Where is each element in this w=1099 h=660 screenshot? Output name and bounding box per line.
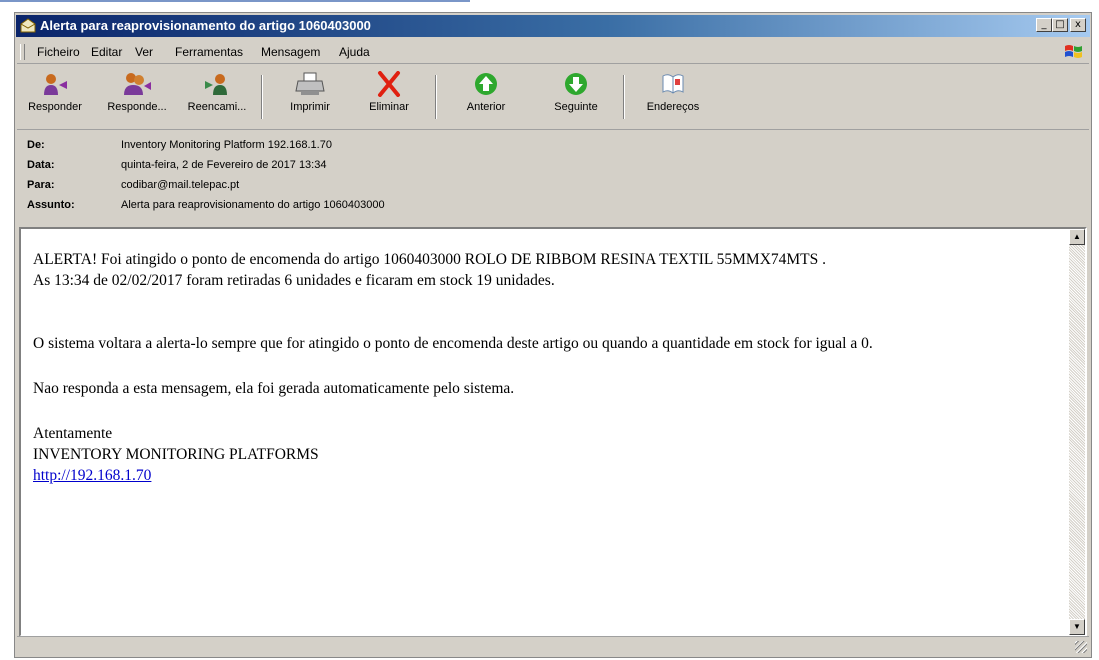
reply-button[interactable]: Responder [19,71,91,127]
toolbar: Responder Responde... Reencami... Imprim… [17,65,1089,130]
delete-button[interactable]: Eliminar [353,71,425,127]
from-value: Inventory Monitoring Platform 192.168.1.… [121,139,332,151]
next-label: Seguinte [554,101,598,113]
previous-label: Anterior [466,101,506,113]
scroll-down-button[interactable]: ▼ [1069,619,1085,635]
addresses-label: Endereços [646,101,700,113]
address-book-icon [662,74,684,94]
to-value: codibar@mail.telepac.pt [121,179,240,191]
subject-value: Alerta para reaprovisionamento do artigo… [121,199,385,211]
stock-line: As 13:34 de 02/02/2017 foram retiradas 6… [33,272,555,289]
menu-bar: Ficheiro Editar Ver Ferramentas Mensagem… [17,41,1089,64]
forward-icon [205,74,227,95]
vertical-scrollbar[interactable]: ▲ ▼ [1069,229,1085,635]
menu-editar[interactable]: Editar [91,45,122,59]
menu-ferramentas[interactable]: Ferramentas [175,45,243,59]
menu-ficheiro[interactable]: Ficheiro [37,45,80,59]
menu-ver[interactable]: Ver [135,45,153,59]
to-label: Para: [27,179,55,191]
toolbar-separator [261,75,263,119]
window-title: Alerta para reaprovisionamento do artigo… [40,18,371,33]
printer-icon [295,72,325,95]
delete-x-icon [378,71,400,97]
maximize-button[interactable]: □ [1052,18,1068,32]
status-bar [17,636,1089,655]
header-from: De: Inventory Monitoring Platform 192.168… [27,139,332,151]
print-label: Imprimir [290,101,330,113]
signature-line: INVENTORY MONITORING PLATFORMS [33,446,319,463]
down-arrow-icon [565,73,587,95]
message-body[interactable]: ALERTA! Foi atingido o ponto de encomend… [19,227,1087,637]
minimize-button[interactable]: _ [1036,18,1052,32]
scroll-up-button[interactable]: ▲ [1069,229,1085,245]
resize-grip[interactable] [1075,641,1087,653]
toolbar-separator [435,75,437,119]
title-bar[interactable]: Alerta para reaprovisionamento do artigo… [16,15,1090,37]
header-date: Data: quinta-feira, 2 de Fevereiro de 201… [27,159,326,171]
info-line: O sistema voltara a alerta-lo sempre que… [33,335,873,352]
delete-label: Eliminar [369,101,409,113]
closing-line: Atentamente [33,425,113,442]
reply-all-button[interactable]: Responde... [101,71,173,127]
reply-label: Responder [28,101,82,113]
envelope-icon [20,18,36,33]
forward-button[interactable]: Reencami... [181,71,253,127]
windows-logo-icon [1065,45,1082,58]
date-value: quinta-feira, 2 de Fevereiro de 2017 13:… [121,159,327,171]
reply-all-icon [124,73,151,95]
print-button[interactable]: Imprimir [274,71,346,127]
previous-button[interactable]: Anterior [450,71,522,127]
menu-grip[interactable] [20,44,25,60]
toolbar-separator [623,75,625,119]
next-button[interactable]: Seguinte [540,71,612,127]
alert-line: ALERTA! Foi atingido o ponto de encomend… [33,251,827,268]
from-label: De: [27,139,45,151]
message-text: ALERTA! Foi atingido o ponto de encomend… [33,249,1061,486]
addresses-button[interactable]: Endereços [637,71,709,127]
menu-ajuda[interactable]: Ajuda [339,45,370,59]
desktop-window-edge [0,0,470,2]
date-label: Data: [27,159,55,171]
no-reply-line: Nao responda a esta mensagem, ela foi ge… [33,380,515,397]
forward-label: Reencami... [187,101,247,113]
reply-all-label: Responde... [107,101,167,113]
subject-label: Assunto: [27,199,75,211]
close-button[interactable]: x [1070,18,1086,32]
header-to: Para: codibar@mail.telepac.pt [27,179,239,191]
platform-link[interactable]: http://192.168.1.70 [33,467,151,484]
message-headers: De: Inventory Monitoring Platform 192.168… [17,133,1089,225]
up-arrow-icon [475,73,497,95]
message-window: Alerta para reaprovisionamento do artigo… [14,12,1092,658]
reply-icon [44,74,67,95]
header-subject: Assunto: Alerta para reaprovisionamento d… [27,199,385,211]
menu-mensagem[interactable]: Mensagem [261,45,320,59]
